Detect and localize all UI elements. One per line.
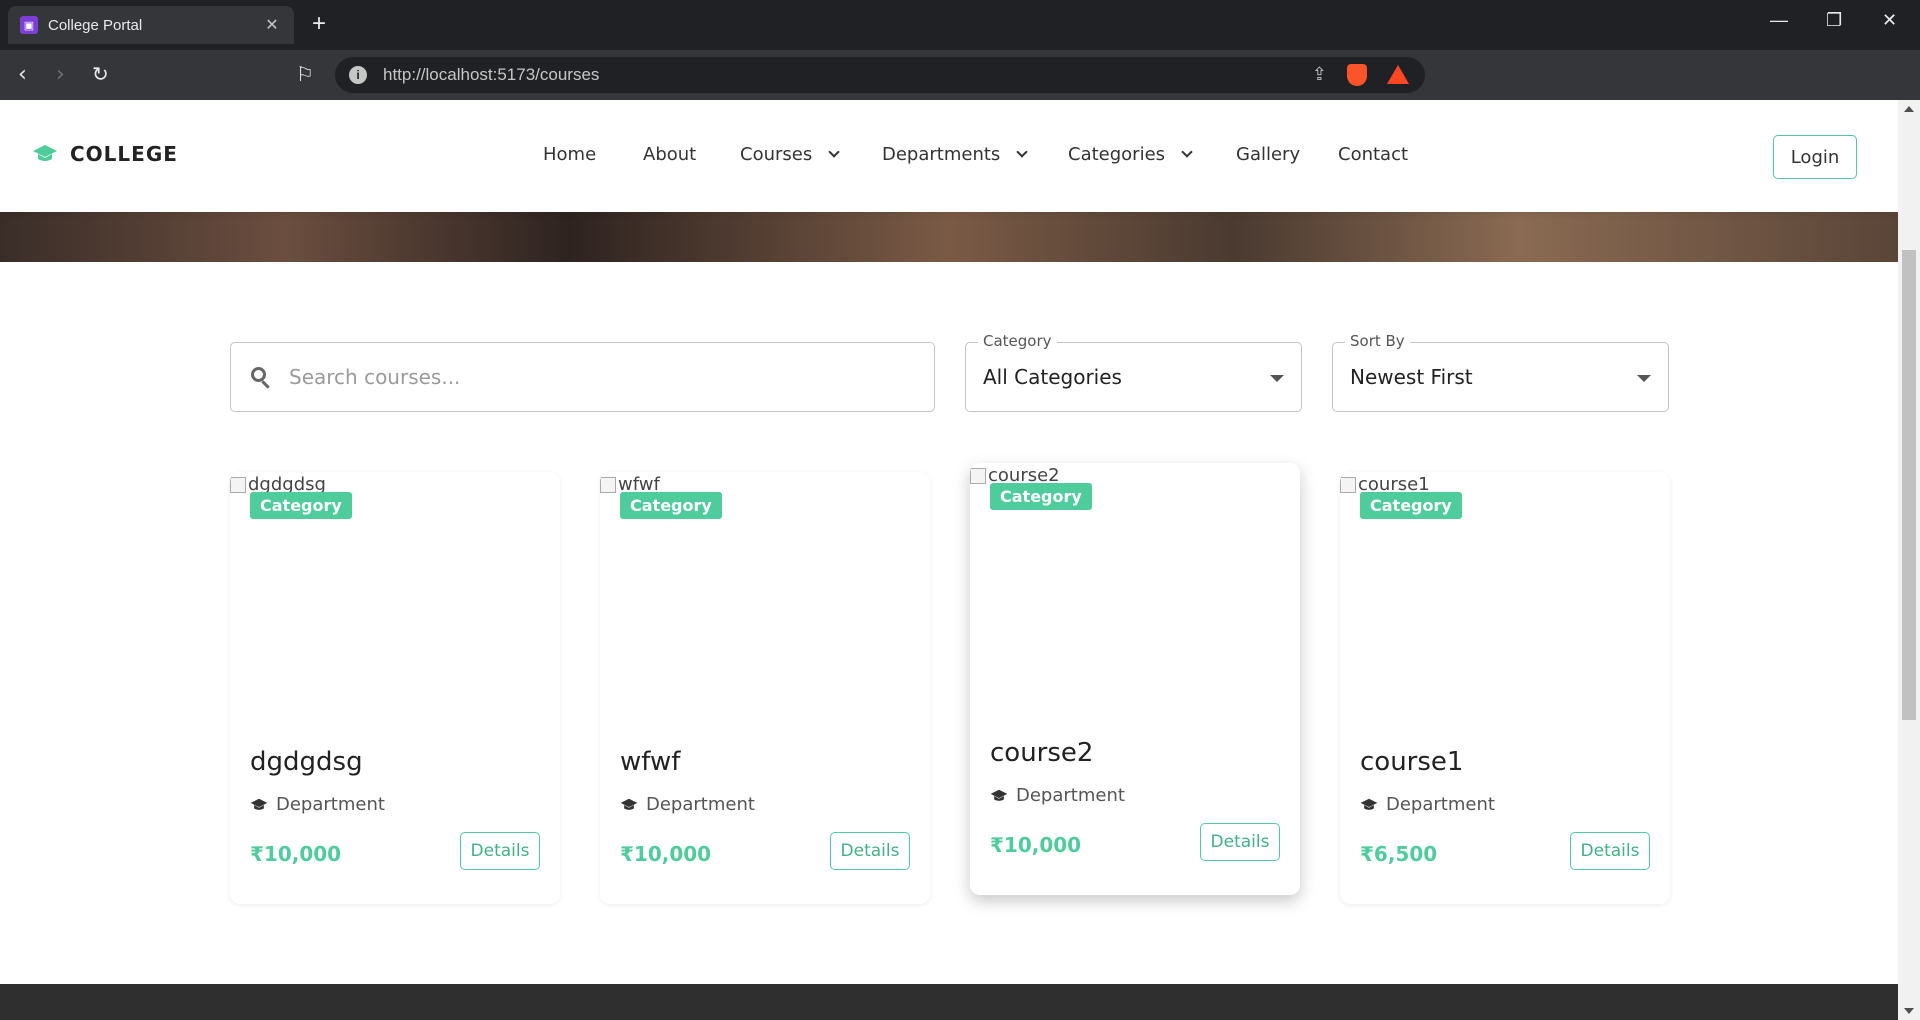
site-logo[interactable]: COLLEGE xyxy=(32,142,178,166)
nav-about-label: About xyxy=(643,144,697,165)
nav-home[interactable]: Home xyxy=(543,144,596,165)
footer xyxy=(0,984,1898,1020)
chevron-down-icon xyxy=(828,145,840,158)
category-select-value: All Categories xyxy=(983,365,1122,389)
share-icon[interactable]: ⇪ xyxy=(1312,64,1327,85)
course-title: course2 xyxy=(990,738,1094,768)
sort-select-label: Sort By xyxy=(1345,332,1410,350)
browser-tab[interactable]: ▣ College Portal ✕ xyxy=(8,6,294,44)
back-icon[interactable]: ‹ xyxy=(18,62,27,87)
course-department: Department xyxy=(250,794,385,815)
scroll-up-icon[interactable] xyxy=(1904,106,1914,112)
nav-gallery-label: Gallery xyxy=(1236,144,1301,165)
brave-shields-icon[interactable] xyxy=(1347,64,1367,86)
search-field[interactable] xyxy=(230,342,935,412)
scrollbar-thumb[interactable] xyxy=(1902,250,1916,720)
caret-down-icon xyxy=(1637,375,1651,382)
course-card[interactable]: course1 Category course1 Department ₹6,5… xyxy=(1340,472,1670,904)
graduation-cap-icon xyxy=(990,789,1008,801)
hero-image-strip xyxy=(0,212,1898,262)
department-label: Department xyxy=(646,794,755,815)
nav-contact-label: Contact xyxy=(1338,144,1409,165)
graduation-cap-icon xyxy=(1360,798,1378,810)
nav-categories[interactable]: Categories xyxy=(1068,144,1193,165)
sort-select[interactable]: Sort By Newest First xyxy=(1332,332,1669,412)
course-title: course1 xyxy=(1360,747,1464,777)
browser-toolbar: ‹ › ↻ ⚐ i http://localhost:5173/courses … xyxy=(0,50,1920,134)
details-button[interactable]: Details xyxy=(1570,832,1650,870)
details-button[interactable]: Details xyxy=(1200,823,1280,861)
browser-tab-bar: ▣ College Portal ✕ + — ❐ ✕ xyxy=(0,0,1920,50)
details-button[interactable]: Details xyxy=(830,832,910,870)
chevron-down-icon xyxy=(1181,145,1193,158)
search-input[interactable] xyxy=(289,365,889,389)
nav-courses-label: Courses xyxy=(740,144,813,165)
nav-departments[interactable]: Departments xyxy=(882,144,1028,165)
category-badge: Category xyxy=(250,492,352,519)
category-badge: Category xyxy=(990,483,1092,510)
course-department: Department xyxy=(620,794,755,815)
site-navbar: COLLEGE Home About Courses Departments C… xyxy=(0,100,1898,212)
brand-name: COLLEGE xyxy=(70,142,178,166)
forward-icon[interactable]: › xyxy=(56,62,65,87)
category-select[interactable]: Category All Categories xyxy=(965,332,1302,412)
college-favicon-icon: ▣ xyxy=(20,16,38,34)
site-info-icon[interactable]: i xyxy=(349,66,367,84)
page-viewport: COLLEGE Home About Courses Departments C… xyxy=(0,100,1898,1020)
graduation-cap-icon xyxy=(620,798,638,810)
department-label: Department xyxy=(1016,785,1125,806)
graduation-cap-icon xyxy=(33,145,57,161)
brave-rewards-icon[interactable] xyxy=(1387,65,1409,84)
category-select-label: Category xyxy=(978,332,1057,350)
course-price: ₹10,000 xyxy=(250,842,342,866)
broken-image-icon xyxy=(970,467,986,484)
category-badge: Category xyxy=(620,492,722,519)
address-bar[interactable]: i http://localhost:5173/courses ⇪ xyxy=(335,57,1425,93)
nav-home-label: Home xyxy=(543,144,597,165)
search-icon xyxy=(251,367,271,389)
minimize-icon[interactable]: — xyxy=(1770,10,1788,31)
sort-select-value: Newest First xyxy=(1350,365,1473,389)
course-price: ₹10,000 xyxy=(620,842,712,866)
nav-contact[interactable]: Contact xyxy=(1338,144,1408,165)
course-department: Department xyxy=(1360,794,1495,815)
course-card[interactable]: course2 Category course2 Department ₹10,… xyxy=(970,463,1300,895)
course-department: Department xyxy=(990,785,1125,806)
broken-image-icon xyxy=(600,476,616,493)
close-tab-icon[interactable]: ✕ xyxy=(262,15,282,35)
department-label: Department xyxy=(1386,794,1495,815)
chevron-down-icon xyxy=(1016,145,1028,158)
new-tab-icon[interactable]: + xyxy=(312,10,326,38)
details-button[interactable]: Details xyxy=(460,832,540,870)
graduation-cap-icon xyxy=(250,798,268,810)
url-text: http://localhost:5173/courses xyxy=(383,65,600,84)
department-label: Department xyxy=(276,794,385,815)
nav-about[interactable]: About xyxy=(643,144,696,165)
tab-title: College Portal xyxy=(48,16,143,34)
nav-gallery[interactable]: Gallery xyxy=(1236,144,1300,165)
scroll-down-icon[interactable] xyxy=(1904,1008,1914,1014)
broken-image-icon xyxy=(1340,476,1356,493)
nav-categories-label: Categories xyxy=(1068,144,1166,165)
page-scrollbar[interactable] xyxy=(1898,100,1920,1020)
course-price: ₹6,500 xyxy=(1360,842,1438,866)
course-title: dgdgdsg xyxy=(250,747,363,777)
course-card[interactable]: dgdgdsg Category dgdgdsg Department ₹10,… xyxy=(230,472,560,904)
bookmark-icon[interactable]: ⚐ xyxy=(296,62,314,86)
reload-icon[interactable]: ↻ xyxy=(92,62,109,86)
category-badge: Category xyxy=(1360,492,1462,519)
caret-down-icon xyxy=(1270,375,1284,382)
close-window-icon[interactable]: ✕ xyxy=(1882,10,1897,31)
nav-courses[interactable]: Courses xyxy=(740,144,840,165)
restore-icon[interactable]: ❐ xyxy=(1826,10,1842,31)
course-title: wfwf xyxy=(620,747,681,777)
nav-departments-label: Departments xyxy=(882,144,1001,165)
login-button[interactable]: Login xyxy=(1773,135,1857,179)
course-price: ₹10,000 xyxy=(990,833,1082,857)
broken-image-icon xyxy=(230,476,246,493)
course-card[interactable]: wfwf Category wfwf Department ₹10,000 De… xyxy=(600,472,930,904)
